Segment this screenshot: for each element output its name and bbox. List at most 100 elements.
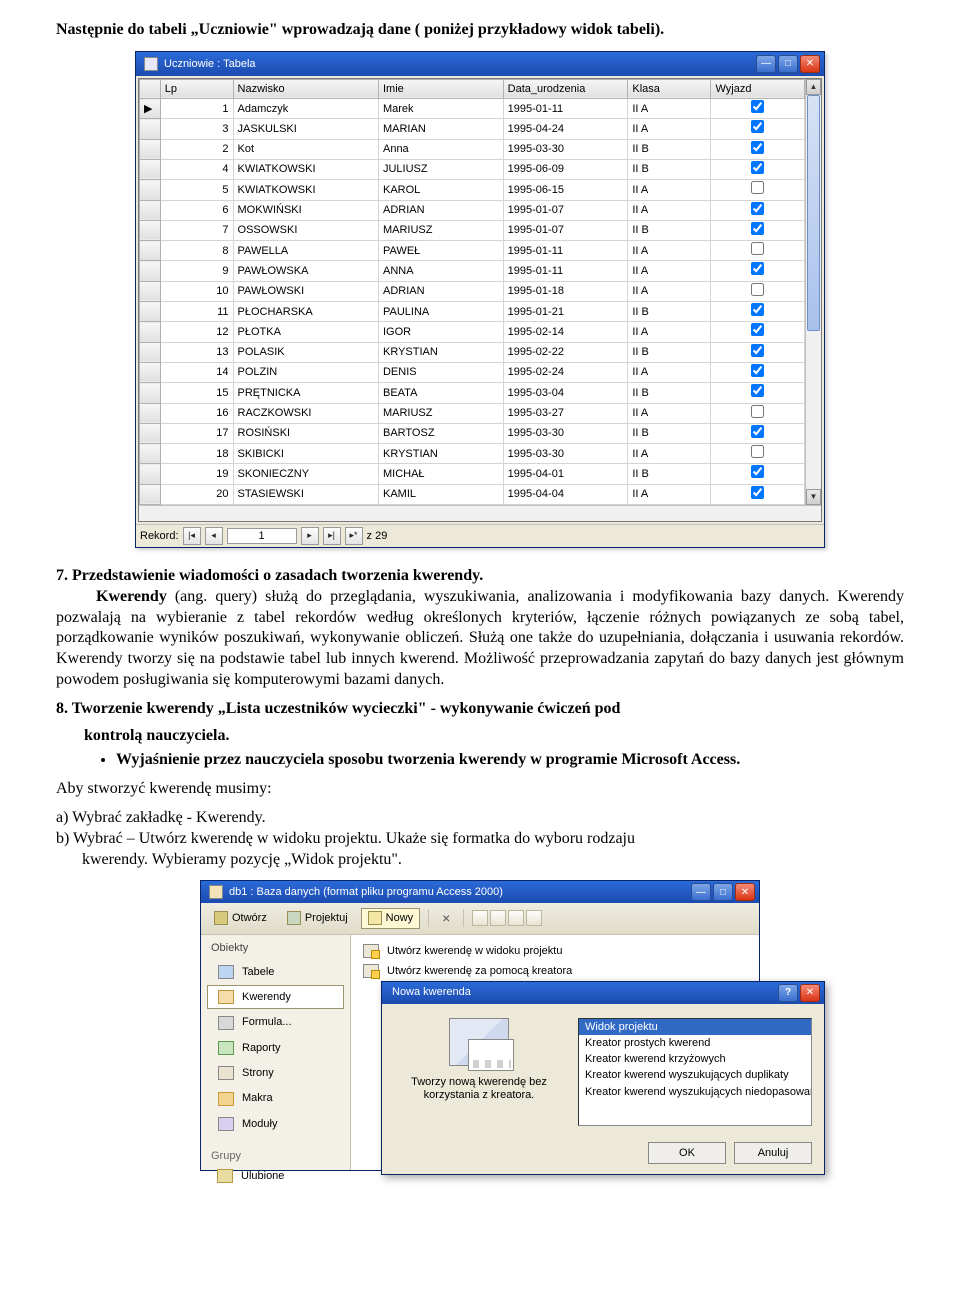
wyjazd-checkbox[interactable] <box>751 262 764 275</box>
cell[interactable]: II B <box>628 342 711 362</box>
cell[interactable]: 11 <box>160 302 233 322</box>
nav-item-kwerendy[interactable]: Kwerendy <box>207 985 344 1009</box>
nav-item-formula[interactable]: Formula... <box>207 1010 344 1034</box>
cell[interactable]: 1995-04-01 <box>503 464 628 484</box>
query-type-option[interactable]: Kreator kwerend wyszukujących duplikaty <box>579 1067 811 1083</box>
open-button[interactable]: Otwórz <box>207 908 274 928</box>
query-type-option[interactable]: Kreator kwerend wyszukujących niedopasow… <box>579 1084 811 1100</box>
cell[interactable]: 5 <box>160 180 233 200</box>
wyjazd-checkbox[interactable] <box>751 242 764 255</box>
wyjazd-checkbox[interactable] <box>751 120 764 133</box>
row-selector[interactable]: ▶ <box>140 99 161 119</box>
cell[interactable]: POLZIN <box>233 362 378 382</box>
cell[interactable]: 12 <box>160 322 233 342</box>
cell[interactable]: 1 <box>160 99 233 119</box>
row-selector[interactable] <box>140 159 161 179</box>
cell[interactable]: 1995-01-18 <box>503 281 628 301</box>
wyjazd-checkbox[interactable] <box>751 445 764 458</box>
wyjazd-checkbox-cell[interactable] <box>711 119 805 139</box>
cell[interactable]: II B <box>628 383 711 403</box>
cell[interactable]: II B <box>628 464 711 484</box>
table-row[interactable]: 11PŁOCHARSKAPAULINA1995-01-21II B <box>140 302 805 322</box>
cell[interactable]: II B <box>628 139 711 159</box>
cell[interactable]: 1995-03-30 <box>503 139 628 159</box>
table-row[interactable]: 13POLASIKKRYSTIAN1995-02-22II B <box>140 342 805 362</box>
cell[interactable]: II B <box>628 220 711 240</box>
view-small-icon[interactable] <box>490 910 506 926</box>
dialog-close-button[interactable]: ✕ <box>800 984 820 1002</box>
cell[interactable]: 2 <box>160 139 233 159</box>
scroll-up-button[interactable]: ▲ <box>806 79 821 95</box>
cell[interactable]: 18 <box>160 444 233 464</box>
row-selector[interactable] <box>140 220 161 240</box>
query-type-option[interactable]: Widok projektu <box>579 1019 811 1035</box>
wyjazd-checkbox[interactable] <box>751 465 764 478</box>
cell[interactable]: 1995-01-11 <box>503 261 628 281</box>
cell[interactable]: II A <box>628 99 711 119</box>
horizontal-scrollbar[interactable] <box>139 505 821 521</box>
wyjazd-checkbox-cell[interactable] <box>711 180 805 200</box>
row-selector[interactable] <box>140 241 161 261</box>
row-selector[interactable] <box>140 342 161 362</box>
cell[interactable]: II A <box>628 241 711 261</box>
wyjazd-checkbox-cell[interactable] <box>711 484 805 504</box>
cell[interactable]: POLASIK <box>233 342 378 362</box>
wyjazd-checkbox-cell[interactable] <box>711 99 805 119</box>
col-wyjazd[interactable]: Wyjazd <box>711 79 805 98</box>
cell[interactable]: JULIUSZ <box>378 159 503 179</box>
cell[interactable]: II A <box>628 180 711 200</box>
query-type-option[interactable]: Kreator kwerend krzyżowych <box>579 1051 811 1067</box>
cell[interactable]: Kot <box>233 139 378 159</box>
cell[interactable]: MARIUSZ <box>378 403 503 423</box>
table-row[interactable]: 20STASIEWSKIKAMIL1995-04-04II A <box>140 484 805 504</box>
nav-next-button[interactable]: ▸ <box>301 527 319 545</box>
db-minimize-button[interactable]: — <box>691 883 711 901</box>
cell[interactable]: PŁOTKA <box>233 322 378 342</box>
cell[interactable]: 1995-03-04 <box>503 383 628 403</box>
cell[interactable]: II B <box>628 159 711 179</box>
row-selector[interactable] <box>140 464 161 484</box>
cell[interactable]: ROSIŃSKI <box>233 423 378 443</box>
dialog-titlebar[interactable]: Nowa kwerenda ? ✕ <box>382 982 824 1004</box>
cell[interactable]: PAWELLA <box>233 241 378 261</box>
view-details-icon[interactable] <box>526 910 542 926</box>
cell[interactable]: MOKWIŃSKI <box>233 200 378 220</box>
db-titlebar[interactable]: db1 : Baza danych (format pliku programu… <box>201 881 759 903</box>
query-type-option[interactable]: Kreator prostych kwerend <box>579 1035 811 1051</box>
col-imie[interactable]: Imie <box>378 79 503 98</box>
cell[interactable]: PRĘTNICKA <box>233 383 378 403</box>
row-selector[interactable] <box>140 180 161 200</box>
nav-item-tabele[interactable]: Tabele <box>207 960 344 984</box>
nav-last-button[interactable]: ▸| <box>323 527 341 545</box>
cell[interactable]: 14 <box>160 362 233 382</box>
table-row[interactable]: 18SKIBICKIKRYSTIAN1995-03-30II A <box>140 444 805 464</box>
query-type-listbox[interactable]: Widok projektuKreator prostych kwerendKr… <box>578 1018 812 1126</box>
wyjazd-checkbox-cell[interactable] <box>711 302 805 322</box>
cell[interactable]: 8 <box>160 241 233 261</box>
cancel-button[interactable]: Anuluj <box>734 1142 812 1164</box>
cell[interactable]: 1995-01-11 <box>503 99 628 119</box>
cell[interactable]: 1995-01-21 <box>503 302 628 322</box>
scroll-down-button[interactable]: ▼ <box>806 489 821 505</box>
nav-item-moduy[interactable]: Moduły <box>207 1112 344 1136</box>
cell[interactable]: ANNA <box>378 261 503 281</box>
cell[interactable]: 1995-06-15 <box>503 180 628 200</box>
row-selector[interactable] <box>140 302 161 322</box>
cell[interactable]: SKIBICKI <box>233 444 378 464</box>
wyjazd-checkbox[interactable] <box>751 202 764 215</box>
new-button[interactable]: Nowy <box>361 908 421 928</box>
cell[interactable]: II A <box>628 484 711 504</box>
cell[interactable]: 19 <box>160 464 233 484</box>
wyjazd-checkbox-cell[interactable] <box>711 281 805 301</box>
cell[interactable]: BARTOSZ <box>378 423 503 443</box>
table-row[interactable]: 3JASKULSKIMARIAN1995-04-24II A <box>140 119 805 139</box>
wyjazd-checkbox[interactable] <box>751 344 764 357</box>
wyjazd-checkbox[interactable] <box>751 141 764 154</box>
cell[interactable]: 6 <box>160 200 233 220</box>
row-selector[interactable] <box>140 362 161 382</box>
wyjazd-checkbox[interactable] <box>751 100 764 113</box>
cell[interactable]: II A <box>628 200 711 220</box>
cell[interactable]: PŁOCHARSKA <box>233 302 378 322</box>
cell[interactable]: 1995-02-24 <box>503 362 628 382</box>
cell[interactable]: 1995-02-14 <box>503 322 628 342</box>
